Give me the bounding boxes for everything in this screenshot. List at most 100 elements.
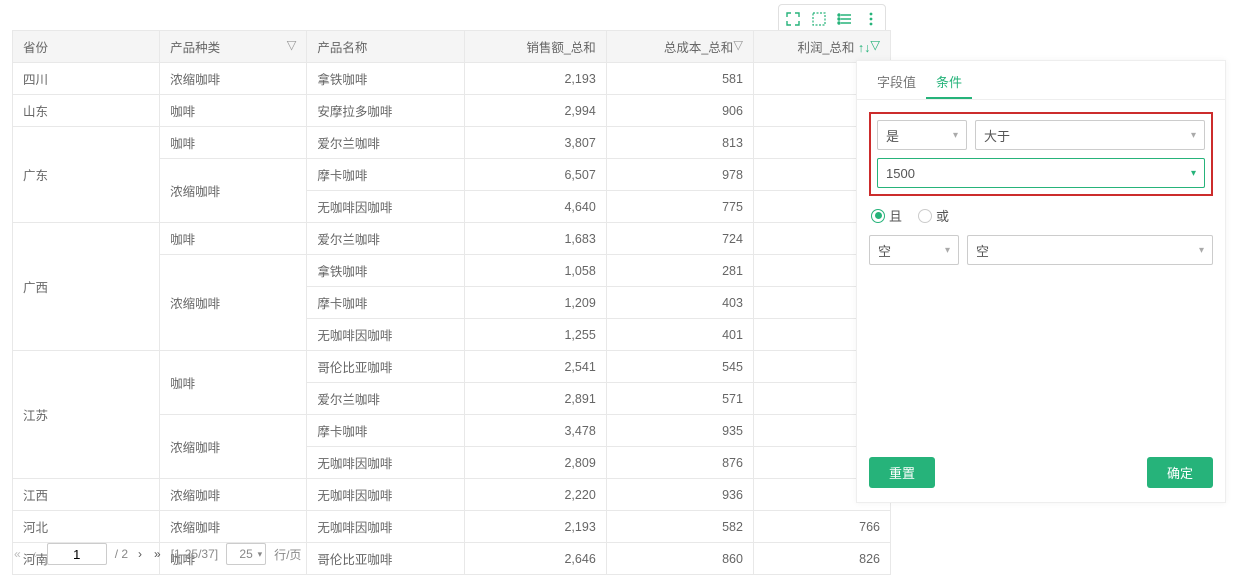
condition-is-select[interactable]: 是▾ — [877, 120, 967, 150]
per-page-label: 行/页 — [274, 546, 301, 563]
cell-cost-sum: 935 — [606, 415, 753, 447]
col-sales-sum[interactable]: 销售额_总和 — [464, 31, 606, 63]
reset-button[interactable]: 重置 — [869, 457, 935, 488]
cell-product-name: 摩卡咖啡 — [307, 415, 464, 447]
cell-cost-sum: 403 — [606, 287, 753, 319]
table-row[interactable]: 江苏咖啡哥伦比亚咖啡2,541545 — [13, 351, 891, 383]
cell-product-type: 咖啡 — [160, 351, 307, 415]
cell-sales-sum: 2,809 — [464, 447, 606, 479]
col-product-name[interactable]: 产品名称 — [307, 31, 464, 63]
cell-sales-sum: 2,646 — [464, 543, 606, 575]
first-page-button[interactable]: « — [12, 547, 23, 561]
cell-cost-sum: 775 — [606, 191, 753, 223]
filter-icon[interactable]: ▽ — [287, 37, 297, 52]
select-value: 大于 — [984, 126, 1010, 145]
cell-product-type: 浓缩咖啡 — [160, 479, 307, 511]
cell-cost-sum: 724 — [606, 223, 753, 255]
cell-cost-sum: 906 — [606, 95, 753, 127]
cell-product-type: 咖啡 — [160, 127, 307, 159]
cell-product-name: 无咖啡因咖啡 — [307, 479, 464, 511]
cell-cost-sum: 860 — [606, 543, 753, 575]
table-row[interactable]: 河北浓缩咖啡无咖啡因咖啡2,193582766 — [13, 511, 891, 543]
cell-sales-sum: 2,193 — [464, 63, 606, 95]
condition2-is-select[interactable]: 空▾ — [869, 235, 959, 265]
cell-product-type: 浓缩咖啡 — [160, 159, 307, 223]
cell-product-name: 摩卡咖啡 — [307, 159, 464, 191]
radio-icon — [918, 209, 932, 223]
radio-icon — [871, 209, 885, 223]
col-label: 产品种类 — [170, 41, 220, 55]
condition-operator-select[interactable]: 大于 ▾ — [975, 120, 1205, 150]
cell-cost-sum: 545 — [606, 351, 753, 383]
table-row[interactable]: 山东咖啡安摩拉多咖啡2,994906 — [13, 95, 891, 127]
cell-product-type: 浓缩咖啡 — [160, 63, 307, 95]
col-profit-sum[interactable]: 利润_总和 ▽ ↑↓ — [753, 31, 890, 63]
col-cost-sum[interactable]: 总成本_总和▽ — [606, 31, 753, 63]
cell-product-name: 爱尔兰咖啡 — [307, 127, 464, 159]
tab-field-value[interactable]: 字段值 — [867, 66, 926, 99]
chevron-down-icon: ▾ — [258, 544, 263, 564]
table-row[interactable]: 广东咖啡爱尔兰咖啡3,807813 — [13, 127, 891, 159]
condition2-operator-select[interactable]: 空▾ — [967, 235, 1213, 265]
cell-product-name: 拿铁咖啡 — [307, 255, 464, 287]
cell-product-name: 哥伦比亚咖啡 — [307, 351, 464, 383]
radio-label: 或 — [936, 206, 949, 225]
cell-province: 河北 — [13, 511, 160, 543]
col-province[interactable]: 省份 — [13, 31, 160, 63]
more-icon[interactable] — [859, 7, 883, 31]
sort-asc-icon[interactable]: ↑↓ — [858, 41, 871, 55]
list-icon[interactable] — [833, 7, 857, 31]
next-page-button[interactable]: › — [136, 547, 144, 561]
col-label: 利润_总和 — [797, 41, 854, 55]
col-product-type[interactable]: 产品种类 ▽ — [160, 31, 307, 63]
cell-sales-sum: 2,994 — [464, 95, 606, 127]
cell-sales-sum: 2,891 — [464, 383, 606, 415]
cell-province: 广东 — [13, 127, 160, 223]
filter-icon[interactable]: ▽ — [733, 37, 743, 52]
cell-product-name: 拿铁咖啡 — [307, 63, 464, 95]
cell-product-type: 咖啡 — [160, 95, 307, 127]
chevron-down-icon: ▾ — [953, 130, 958, 141]
cell-cost-sum: 401 — [606, 319, 753, 351]
chevron-down-icon: ▾ — [1191, 130, 1196, 141]
cell-profit-sum: 826 — [753, 543, 890, 575]
prev-page-button[interactable]: ‹ — [31, 547, 39, 561]
pagination: « ‹ / 2 › » [1-25/37] 25▾ 行/页 — [12, 543, 301, 565]
cell-sales-sum: 2,220 — [464, 479, 606, 511]
condition-value-input[interactable]: 1500▾ — [877, 158, 1205, 188]
filter-panel: 字段值 条件 是▾ 大于▾ 1500▾ 且 或 空▾ 空▾ — [856, 60, 1226, 503]
tab-condition[interactable]: 条件 — [926, 66, 972, 99]
col-label: 总成本_总和 — [664, 41, 733, 55]
cell-sales-sum: 1,209 — [464, 287, 606, 319]
selection-icon[interactable] — [807, 7, 831, 31]
last-page-button[interactable]: » — [152, 547, 163, 561]
cell-product-name: 无咖啡因咖啡 — [307, 319, 464, 351]
page-size-select[interactable]: 25▾ — [226, 543, 266, 565]
cell-cost-sum: 876 — [606, 447, 753, 479]
cell-cost-sum: 978 — [606, 159, 753, 191]
cell-product-name: 无咖啡因咖啡 — [307, 191, 464, 223]
logic-and-radio[interactable]: 且 — [871, 206, 902, 225]
confirm-button[interactable]: 确定 — [1147, 457, 1213, 488]
cell-product-name: 无咖啡因咖啡 — [307, 447, 464, 479]
radio-label: 且 — [889, 206, 902, 225]
table-row[interactable]: 四川浓缩咖啡拿铁咖啡2,193581 — [13, 63, 891, 95]
table-row[interactable]: 江西浓缩咖啡无咖啡因咖啡2,220936369 — [13, 479, 891, 511]
chevron-down-icon: ▾ — [1199, 245, 1204, 256]
total-pages: / 2 — [115, 547, 128, 561]
cell-cost-sum: 582 — [606, 511, 753, 543]
filter-icon[interactable]: ▽ — [870, 37, 880, 52]
cell-cost-sum: 571 — [606, 383, 753, 415]
cell-sales-sum: 4,640 — [464, 191, 606, 223]
input-value: 1500 — [886, 166, 915, 181]
cell-product-name: 哥伦比亚咖啡 — [307, 543, 464, 575]
cell-sales-sum: 1,058 — [464, 255, 606, 287]
cell-sales-sum: 1,255 — [464, 319, 606, 351]
page-input[interactable] — [47, 543, 107, 565]
table-row[interactable]: 广西咖啡爱尔兰咖啡1,683724 — [13, 223, 891, 255]
range-label: [1-25/37] — [171, 547, 218, 561]
cell-sales-sum: 2,541 — [464, 351, 606, 383]
logic-or-radio[interactable]: 或 — [918, 206, 949, 225]
expand-icon[interactable] — [781, 7, 805, 31]
cell-sales-sum: 2,193 — [464, 511, 606, 543]
